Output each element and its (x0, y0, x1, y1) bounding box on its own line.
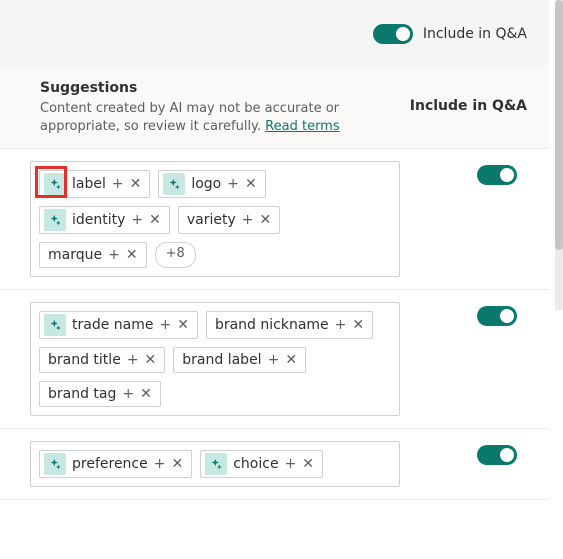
scrollbar-track[interactable] (555, 0, 563, 310)
remove-icon[interactable]: ✕ (126, 248, 138, 262)
chip-label: choice (233, 456, 278, 472)
suggestion-group: label + ✕ logo + ✕ identity + ✕ variety + ✕ marque + ✕… (0, 149, 549, 290)
add-icon[interactable]: + (122, 387, 134, 401)
overflow-count[interactable]: +8 (155, 242, 196, 268)
chip-label: preference (72, 456, 148, 472)
read-terms-link[interactable]: Read terms (265, 119, 339, 134)
suggestions-subtitle: Content created by AI may not be accurat… (40, 100, 370, 136)
sparkle-icon (210, 458, 223, 471)
chip-box: trade name + ✕ brand nickname + ✕ brand title +… (30, 302, 400, 416)
ai-badge (44, 209, 66, 231)
chip-label: marque (48, 247, 102, 263)
toggle-knob (500, 309, 514, 323)
global-include-toggle-row: Include in Q&A (373, 24, 527, 44)
suggestion-chip[interactable]: choice + ✕ (200, 450, 323, 478)
group-toggle-wrap (477, 441, 527, 465)
suggestion-chip[interactable]: brand title + ✕ (39, 347, 165, 373)
add-icon[interactable]: + (127, 353, 139, 367)
ai-badge (205, 453, 227, 475)
remove-icon[interactable]: ✕ (245, 177, 257, 191)
group-toggle-wrap (477, 302, 527, 326)
suggestion-chip[interactable]: preference + ✕ (39, 450, 192, 478)
top-bar: Include in Q&A (0, 0, 549, 66)
suggestion-chip[interactable]: brand tag + ✕ (39, 381, 161, 407)
remove-icon[interactable]: ✕ (177, 318, 189, 332)
toggle-knob (500, 168, 514, 182)
toggle-knob (396, 27, 410, 41)
remove-icon[interactable]: ✕ (260, 213, 272, 227)
header-left: Suggestions Content created by AI may no… (40, 80, 370, 136)
chip-label: trade name (72, 317, 153, 333)
suggestion-chip[interactable]: brand nickname + ✕ (206, 311, 373, 339)
add-icon[interactable]: + (268, 353, 280, 367)
chip-box: preference + ✕ choice + ✕ (30, 441, 400, 487)
remove-icon[interactable]: ✕ (149, 213, 161, 227)
suggestions-title: Suggestions (40, 80, 370, 96)
suggestion-chip[interactable]: brand label + ✕ (173, 347, 306, 373)
ai-badge (163, 173, 185, 195)
add-icon[interactable]: + (159, 318, 171, 332)
add-icon[interactable]: + (154, 457, 166, 471)
sparkle-icon (49, 214, 62, 227)
suggestion-group: trade name + ✕ brand nickname + ✕ brand title +… (0, 290, 549, 429)
suggestion-group: preference + ✕ choice + ✕ (0, 429, 549, 500)
chip-label: variety (187, 212, 236, 228)
sparkle-icon (49, 178, 62, 191)
add-icon[interactable]: + (227, 177, 239, 191)
ai-badge (44, 453, 66, 475)
global-include-toggle[interactable] (373, 24, 413, 44)
group-include-toggle[interactable] (477, 445, 517, 465)
suggestion-chip[interactable]: variety + ✕ (178, 206, 280, 234)
suggestion-chip[interactable]: logo + ✕ (158, 170, 265, 198)
remove-icon[interactable]: ✕ (130, 177, 142, 191)
sparkle-icon (49, 458, 62, 471)
suggestions-header: Suggestions Content created by AI may no… (0, 66, 549, 149)
content-area: Include in Q&A Suggestions Content creat… (0, 0, 563, 500)
chip-label: identity (72, 212, 125, 228)
remove-icon[interactable]: ✕ (352, 318, 364, 332)
chip-label: brand title (48, 352, 121, 368)
global-include-label: Include in Q&A (423, 26, 527, 42)
chip-label: logo (191, 176, 221, 192)
suggestion-chip[interactable]: marque + ✕ (39, 242, 147, 268)
suggestion-groups: label + ✕ logo + ✕ identity + ✕ variety + ✕ marque + ✕… (0, 149, 549, 500)
chip-label: brand nickname (215, 317, 329, 333)
add-icon[interactable]: + (242, 213, 254, 227)
suggestion-chip[interactable]: trade name + ✕ (39, 311, 198, 339)
remove-icon[interactable]: ✕ (171, 457, 183, 471)
chip-label: brand tag (48, 386, 116, 402)
ai-badge (44, 173, 66, 195)
add-icon[interactable]: + (285, 457, 297, 471)
chip-box: label + ✕ logo + ✕ identity + ✕ variety + ✕ marque + ✕… (30, 161, 400, 277)
add-icon[interactable]: + (108, 248, 120, 262)
suggestion-chip[interactable]: identity + ✕ (39, 206, 170, 234)
group-toggle-wrap (477, 161, 527, 185)
include-column-header: Include in Q&A (410, 80, 527, 114)
group-include-toggle[interactable] (477, 165, 517, 185)
chip-label: brand label (182, 352, 261, 368)
ai-badge (44, 314, 66, 336)
sparkle-icon (168, 178, 181, 191)
scrollbar-thumb[interactable] (555, 0, 563, 250)
remove-icon[interactable]: ✕ (140, 387, 152, 401)
add-icon[interactable]: + (112, 177, 124, 191)
group-include-toggle[interactable] (477, 306, 517, 326)
suggestion-chip[interactable]: label + ✕ (39, 170, 150, 198)
chip-label: label (72, 176, 106, 192)
remove-icon[interactable]: ✕ (145, 353, 157, 367)
remove-icon[interactable]: ✕ (285, 353, 297, 367)
sparkle-icon (49, 319, 62, 332)
add-icon[interactable]: + (131, 213, 143, 227)
toggle-knob (500, 448, 514, 462)
add-icon[interactable]: + (335, 318, 347, 332)
remove-icon[interactable]: ✕ (302, 457, 314, 471)
